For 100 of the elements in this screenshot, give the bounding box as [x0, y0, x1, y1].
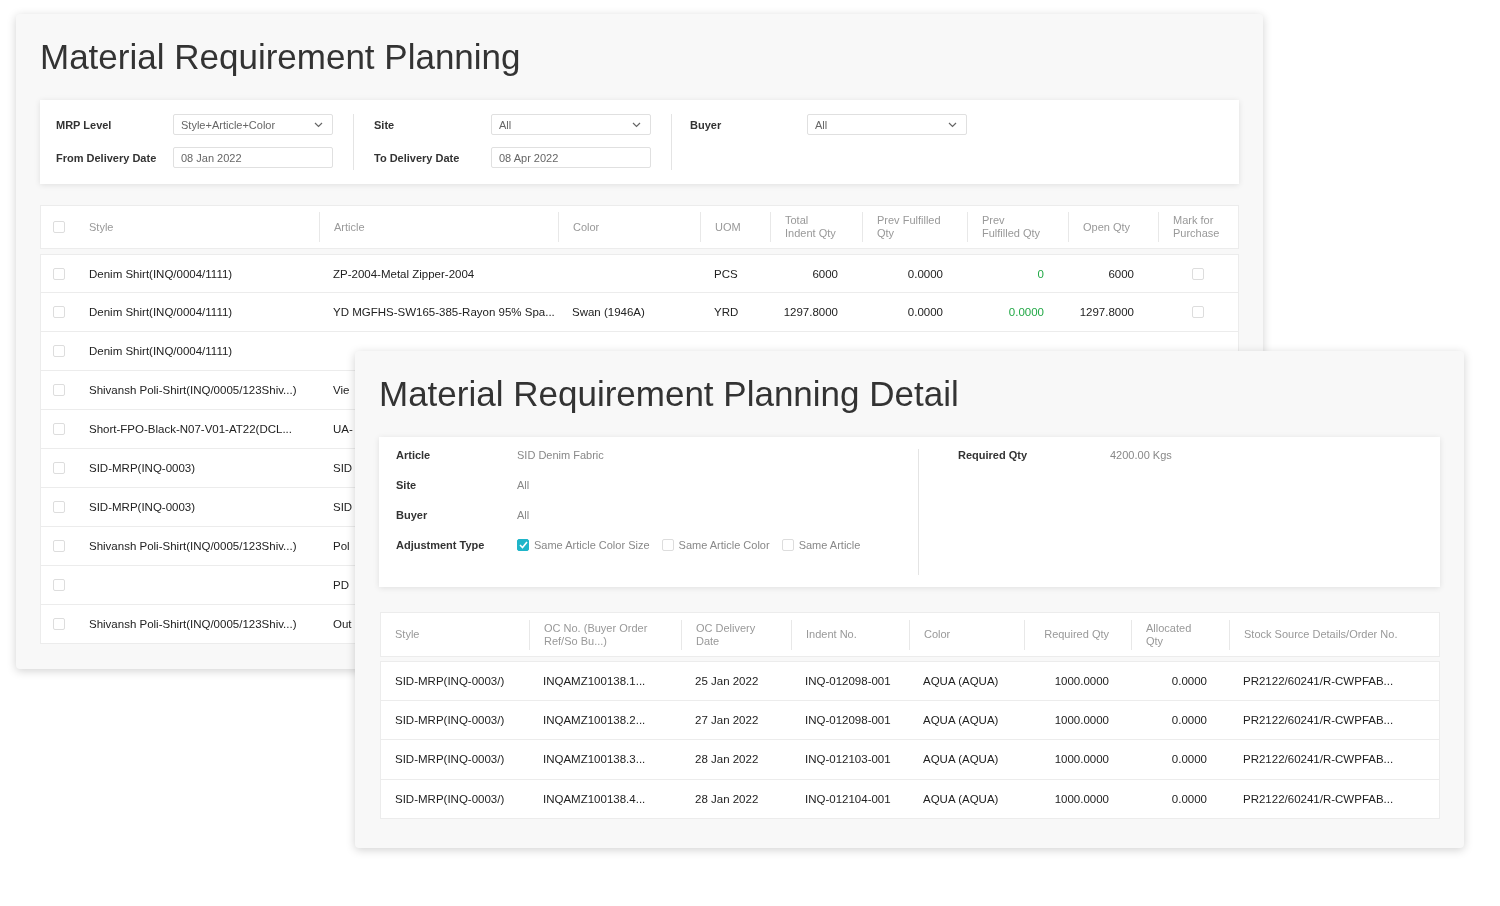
table-cell: SID-MRP(INQ-0003)	[89, 501, 196, 513]
column-header: Total Indent Qty	[785, 214, 837, 240]
table-cell: 0.0000	[1171, 674, 1207, 687]
table-cell: Pol	[333, 540, 350, 552]
dropdown[interactable]: Style+Article+Color	[173, 114, 333, 135]
table-cell: INQAMZ100138.4...	[543, 792, 646, 805]
table-cell: 27 Jan 2022	[695, 713, 759, 726]
table-cell: 0	[1037, 267, 1044, 280]
column-header: Open Qty	[1083, 220, 1131, 234]
table-cell: Swan (1946A)	[572, 306, 645, 318]
table-cell: AQUA (AQUA)	[923, 753, 999, 766]
column-header: Indent No.	[806, 628, 857, 641]
dropdown[interactable]: All	[491, 114, 651, 135]
column-header: Color	[573, 220, 600, 234]
dropdown[interactable]: All	[807, 114, 967, 135]
field-value: 4200.00 Kgs	[1110, 449, 1172, 461]
table-cell: INQAMZ100138.3...	[543, 753, 646, 766]
table-cell: SID-MRP(INQ-0003/)	[395, 792, 505, 805]
table-cell: PR2122/60241/R-CWPFAB...	[1243, 792, 1394, 805]
field-label: Required Qty	[958, 449, 1028, 461]
chevron-down-icon	[948, 121, 957, 128]
table-cell: INQAMZ100138.1...	[543, 674, 646, 687]
table-cell: 6000	[812, 267, 838, 280]
table-cell: PD	[333, 579, 349, 591]
checkbox-option[interactable]: Same Article Color Size	[517, 539, 650, 551]
table-cell: INQAMZ100138.2...	[543, 713, 646, 726]
column-header: Required Qty	[1044, 628, 1109, 641]
table-cell: Out	[333, 618, 352, 630]
table-cell: AQUA (AQUA)	[923, 713, 999, 726]
table-cell: Denim Shirt(INQ/0004/1111)	[89, 267, 233, 280]
table-cell: SID-MRP(INQ-0003/)	[395, 674, 505, 687]
chevron-down-icon	[314, 121, 323, 128]
field-value: All	[517, 509, 530, 521]
table-cell: Shivansh Poli-Shirt(INQ/0005/123Shiv...)	[89, 618, 297, 630]
table-cell: Denim Shirt(INQ/0004/1111)	[89, 345, 233, 357]
column-header: Allocated Qty	[1146, 621, 1193, 648]
column-header: Style	[395, 628, 420, 641]
chevron-down-icon	[632, 121, 641, 128]
table-cell: PCS	[714, 267, 738, 280]
field-label: Site	[396, 479, 417, 491]
window-title: Material Requirement Planning	[40, 36, 521, 78]
column-header: Mark for Purchase	[1173, 214, 1221, 240]
table-cell: SID	[333, 462, 353, 474]
table-cell: 0.0000	[1008, 306, 1044, 318]
column-header: Prev Fulfilled Qty	[877, 214, 942, 240]
date-field[interactable]: 08 Jan 2022	[173, 147, 333, 168]
column-header: OC Delivery Date	[696, 621, 757, 648]
table-cell: INQ-012103-001	[805, 753, 891, 766]
table-cell: Denim Shirt(INQ/0004/1111)	[89, 306, 233, 318]
table-cell: SID-MRP(INQ-0003/)	[395, 713, 505, 726]
field-label: From Delivery Date	[56, 151, 157, 164]
table-cell: INQ-012098-001	[805, 674, 891, 687]
table-cell: AQUA (AQUA)	[923, 792, 999, 805]
table-cell: INQ-012104-001	[805, 792, 891, 805]
window-title: Material Requirement Planning Detail	[379, 373, 959, 415]
table-cell: YRD	[714, 306, 739, 318]
table-cell: 28 Jan 2022	[695, 792, 759, 805]
column-header: Color	[924, 628, 951, 641]
field-value: All	[517, 479, 530, 491]
table-cell: 0.0000	[1171, 792, 1207, 805]
table-cell: YD MGFHS-SW165-385-Rayon 95% Spa...	[333, 306, 555, 318]
table-cell: UA-	[333, 423, 353, 435]
checkbox-option[interactable]: Same Article Color	[661, 539, 770, 551]
table-cell: SID-MRP(INQ-0003)	[89, 462, 196, 474]
table-cell: 0.0000	[907, 306, 943, 318]
column-header: Style	[89, 220, 114, 234]
table-cell: PR2122/60241/R-CWPFAB...	[1243, 713, 1394, 726]
field-label: To Delivery Date	[374, 151, 460, 164]
table-cell: 1297.8000	[783, 306, 838, 318]
table-cell: 28 Jan 2022	[695, 753, 759, 766]
column-header: Article	[334, 220, 365, 234]
table-cell: Shivansh Poli-Shirt(INQ/0005/123Shiv...)	[89, 540, 297, 552]
table-cell: 1000.0000	[1054, 674, 1109, 687]
table-cell: PR2122/60241/R-CWPFAB...	[1243, 753, 1394, 766]
table-cell: Short-FPO-Black-N07-V01-AT22(DCL...	[89, 423, 292, 435]
table-cell: 0.0000	[907, 267, 943, 280]
column-header: Prev Fulfilled Qty	[982, 214, 1042, 240]
table-cell: 0.0000	[1171, 713, 1207, 726]
table-cell: 1000.0000	[1054, 713, 1109, 726]
table-cell: SID	[333, 501, 353, 513]
date-field[interactable]: 08 Apr 2022	[491, 147, 651, 168]
field-label: Site	[374, 118, 395, 131]
table-cell: 1000.0000	[1054, 753, 1109, 766]
table-cell: 0.0000	[1171, 753, 1207, 766]
table-cell: Shivansh Poli-Shirt(INQ/0005/123Shiv...)	[89, 384, 297, 396]
table-cell: 6000	[1108, 267, 1134, 280]
table-cell: 1000.0000	[1054, 792, 1109, 805]
table-cell: AQUA (AQUA)	[923, 674, 999, 687]
field-label: Buyer	[690, 118, 722, 131]
column-header: OC No. (Buyer Order Ref/So Bu...)	[544, 621, 649, 648]
field-label: MRP Level	[56, 118, 112, 131]
column-header: UOM	[715, 220, 741, 234]
checkbox[interactable]	[517, 539, 529, 551]
field-label: Article	[396, 449, 431, 461]
field-label: Adjustment Type	[396, 539, 485, 551]
field-label: Buyer	[396, 509, 428, 521]
field-value: SID Denim Fabric	[517, 449, 604, 461]
table-cell: INQ-012098-001	[805, 713, 891, 726]
table-cell: 1297.8000	[1079, 306, 1134, 318]
checkbox-option[interactable]: Same Article	[781, 539, 861, 551]
